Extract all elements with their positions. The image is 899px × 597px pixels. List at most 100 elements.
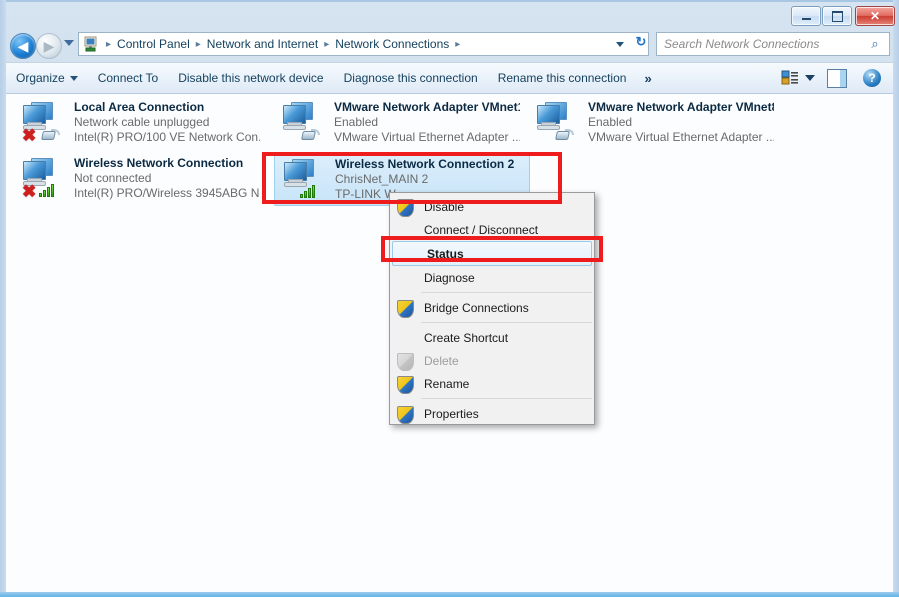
network-adapter-icon [536,101,582,143]
toolbar-diagnose-button[interactable]: Diagnose this connection [334,67,488,89]
context-menu-item-label: Rename [424,376,470,391]
uac-shield-icon [390,402,420,425]
view-options-icon[interactable] [781,70,799,86]
wifi-signal-icon [300,184,320,198]
toolbar-disable-device-button[interactable]: Disable this network device [168,67,333,89]
breadcrumb-item-network-connections[interactable]: Network Connections [333,37,451,51]
context-menu-item-create-shortcut[interactable]: Create Shortcut [390,326,594,349]
wifi-signal-icon [39,183,59,197]
disconnected-x-icon: ✖ [22,182,37,201]
network-connections-window: ✕ ◀ ▶ ▸ Control Panel ▸ Network and Inte… [0,0,899,597]
connection-device: Intel(R) PRO/100 VE Network Con... [74,130,260,144]
toolbar-rename-button[interactable]: Rename this connection [488,67,637,89]
list-item[interactable]: ✖ Wireless Network Connection Not connec… [14,154,262,206]
connection-status: Enabled [334,115,379,129]
toolbar-organize-button[interactable]: Organize [6,67,88,89]
uac-shield-icon [390,195,420,218]
context-menu-separator [421,398,592,399]
context-menu-icon-slot [393,242,423,265]
toolbar-overflow-button[interactable]: » [636,67,659,90]
connection-status: Not connected [74,171,152,185]
close-button[interactable]: ✕ [855,6,895,26]
context-menu-item-rename[interactable]: Rename [390,372,594,395]
breadcrumb[interactable]: ▸ Control Panel ▸ Network and Internet ▸… [78,32,649,56]
minimize-icon [792,7,820,25]
network-connections-icon [82,36,100,52]
network-adapter-icon [282,101,328,143]
address-bar: ◀ ▶ ▸ Control Panel ▸ Network and Intern… [6,30,893,60]
context-menu-item-label: Disable [424,199,465,214]
forward-arrow-icon: ▶ [43,38,55,54]
search-input[interactable]: Search Network Connections ⌕ [656,32,890,56]
context-menu-item-diagnose[interactable]: Diagnose [390,266,594,289]
connection-device: Intel(R) PRO/Wireless 3945ABG N... [74,186,260,200]
connection-name: VMware Network Adapter VMnet8 [588,100,774,114]
search-icon: ⌕ [871,36,879,51]
network-adapter-icon: ✖ [22,101,68,145]
list-item[interactable]: ✖ Local Area Connection Network cable un… [14,98,262,150]
context-menu: Disable Connect / Disconnect Status Diag… [389,192,595,425]
window-frame-bottom [0,592,899,597]
connection-name: VMware Network Adapter VMnet1 [334,100,520,114]
context-menu-item-label: Delete [424,353,459,368]
title-bar: ✕ [0,0,899,28]
context-menu-separator [421,292,592,293]
context-menu-item-properties[interactable]: Properties [390,402,594,425]
context-menu-item-delete: Delete [390,349,594,372]
forward-button[interactable]: ▶ [36,33,62,59]
context-menu-item-status[interactable]: Status [392,241,592,266]
minimize-button[interactable] [791,6,821,26]
toolbar-connect-to-button[interactable]: Connect To [88,67,169,89]
connection-device: VMware Virtual Ethernet Adapter ... [588,130,774,144]
network-adapter-icon [283,158,329,200]
toolbar-organize-label: Organize [16,71,65,85]
context-menu-separator [421,322,592,323]
breadcrumb-item-control-panel[interactable]: Control Panel [115,37,192,51]
ethernet-plug-icon [300,129,320,140]
search-placeholder: Search Network Connections [664,37,820,51]
uac-shield-icon [390,296,420,319]
context-menu-item-label: Bridge Connections [424,300,529,315]
maximize-icon [823,7,851,25]
back-arrow-icon: ◀ [17,38,29,54]
disconnected-x-icon: ✖ [22,126,37,145]
preview-pane-icon[interactable] [827,68,847,88]
maximize-button[interactable] [822,6,852,26]
context-menu-icon-slot [390,266,420,289]
connection-name: Wireless Network Connection [74,156,244,170]
list-item[interactable]: VMware Network Adapter VMnet1 Enabled VM… [274,98,522,150]
context-menu-item-label: Diagnose [424,270,475,285]
history-dropdown-icon[interactable] [64,40,74,46]
ethernet-plug-icon [554,129,574,140]
chevron-down-icon [69,76,78,82]
breadcrumb-separator-3: ▸ [455,38,461,50]
connection-name: Local Area Connection [74,100,205,114]
context-menu-item-connect-disconnect[interactable]: Connect / Disconnect [390,218,594,241]
chevron-down-icon[interactable] [616,42,624,47]
context-menu-icon-slot [390,218,420,241]
network-adapter-icon: ✖ [22,157,68,201]
connection-status: ChrisNet_MAIN 2 [335,172,429,186]
context-menu-item-disable[interactable]: Disable [390,195,594,218]
breadcrumb-item-network-and-internet[interactable]: Network and Internet [205,37,320,51]
breadcrumb-separator-2: ▸ [324,38,330,50]
context-menu-item-label: Properties [424,406,479,421]
back-button[interactable]: ◀ [10,33,36,59]
view-options-chevron-icon[interactable] [805,75,815,81]
connection-status: Enabled [588,115,633,129]
context-menu-icon-slot [390,326,420,349]
context-menu-item-label: Connect / Disconnect [424,222,539,237]
window-frame-right [893,0,899,597]
toolbar: Organize Connect To Disable this network… [6,62,893,94]
breadcrumb-separator-1: ▸ [195,38,201,50]
list-item[interactable]: VMware Network Adapter VMnet8 Enabled VM… [528,98,776,150]
connection-device: VMware Virtual Ethernet Adapter ... [334,130,520,144]
help-icon[interactable]: ? [863,69,881,87]
context-menu-item-bridge-connections[interactable]: Bridge Connections [390,296,594,319]
refresh-icon[interactable]: ↻ [633,34,649,50]
breadcrumb-separator-0: ▸ [106,38,112,50]
ethernet-plug-icon [40,129,60,140]
uac-shield-disabled-icon [390,349,420,372]
context-menu-item-label: Status [427,246,464,261]
uac-shield-icon [390,372,420,395]
